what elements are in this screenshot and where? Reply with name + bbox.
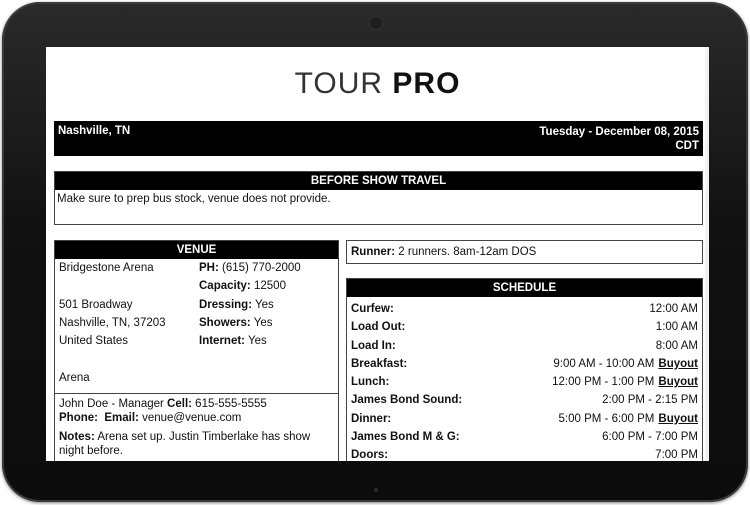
schedule-time-with-buyout: 5:00 PM - 6:00 PM Buyout bbox=[559, 410, 698, 428]
venue-name: Bridgestone Arena bbox=[59, 262, 154, 274]
schedule-label: Load In: bbox=[351, 339, 396, 352]
schedule-time: 9:00 AM - 10:00 AM bbox=[553, 357, 655, 370]
schedule-label: Curfew: bbox=[351, 303, 394, 315]
venue-showers: Showers: Yes bbox=[199, 314, 273, 332]
venue-city: Nashville, TN, 37203 bbox=[59, 316, 166, 329]
venue-section: VENUE Bridgestone Arena PH: (615) 770-20… bbox=[54, 240, 339, 461]
internet-value: Yes bbox=[248, 335, 267, 348]
schedule-time-with-buyout: 12:00 PM - 1:00 PM Buyout bbox=[552, 373, 698, 391]
email-link[interactable]: venue@venue.com bbox=[142, 412, 241, 424]
schedule-time: 12:00 AM bbox=[649, 303, 698, 315]
buyout-link[interactable]: Buyout bbox=[658, 413, 698, 425]
venue-row bbox=[55, 350, 338, 368]
notes-label: Notes: bbox=[59, 431, 95, 443]
schedule-row: Breakfast: 9:00 AM - 10:00 AM Buyout bbox=[347, 355, 702, 373]
venue-phone: PH: (615) 770-2000 bbox=[199, 259, 301, 277]
schedule-label: James Bond M & G: bbox=[351, 431, 460, 444]
venue-row: Nashville, TN, 37203 Showers: Yes bbox=[55, 314, 338, 332]
capacity-value: 12500 bbox=[253, 280, 286, 293]
schedule-time: 6:00 PM - 7:00 PM bbox=[602, 431, 698, 444]
runner-value: 2 runners. 8am-12am DOS bbox=[398, 246, 537, 258]
camera-icon bbox=[368, 15, 384, 31]
schedule-row: Doors: 7:00 PM bbox=[347, 446, 702, 461]
schedule-label: Doors: bbox=[351, 449, 389, 461]
schedule-time: 8:00 AM bbox=[655, 339, 698, 352]
schedule-row: Load Out: 1:00 AM bbox=[347, 318, 702, 336]
schedule-row: Dinner: 5:00 PM - 6:00 PM Buyout bbox=[347, 410, 702, 428]
app-screen[interactable]: TOUR PRO Nashville, TN Tuesday - Decembe… bbox=[46, 47, 709, 461]
capacity-label: Capacity: bbox=[199, 280, 251, 293]
internet-label: Internet: bbox=[199, 335, 245, 348]
showers-value: Yes bbox=[253, 316, 273, 329]
schedule-label: Breakfast: bbox=[351, 357, 408, 370]
tablet-frame: TOUR PRO Nashville, TN Tuesday - Decembe… bbox=[2, 2, 748, 502]
travel-title: BEFORE SHOW TRAVEL bbox=[55, 172, 702, 190]
venue-type: Arena bbox=[59, 371, 90, 384]
venue-row: Capacity: 12500 bbox=[55, 277, 338, 295]
showers-label: Showers: bbox=[199, 316, 251, 329]
cell-value[interactable]: 615-555-5555 bbox=[195, 398, 267, 410]
app-logo: TOUR PRO bbox=[46, 67, 709, 101]
venue-country: United States bbox=[59, 335, 129, 348]
venue-notes: Notes: Arena set up. Justin Timberlake h… bbox=[59, 430, 334, 458]
venue-capacity: Capacity: 12500 bbox=[199, 277, 286, 295]
city-label: Nashville, TN bbox=[58, 125, 131, 137]
venue-dressing: Dressing: Yes bbox=[199, 296, 274, 314]
phone-label: PH: bbox=[199, 262, 219, 274]
schedule-label: Load Out: bbox=[351, 321, 406, 334]
schedule-time: 5:00 PM - 6:00 PM bbox=[558, 412, 655, 425]
notes-text: Arena set up. Justin Timberlake has show… bbox=[59, 431, 311, 457]
schedule-row: Load In: 8:00 AM bbox=[347, 337, 702, 355]
phone-value: (615) 770-2000 bbox=[222, 262, 301, 274]
email-label: Email: bbox=[104, 412, 139, 424]
contact-name: John Doe - Manager bbox=[59, 398, 164, 410]
phone2-label: Phone: bbox=[59, 412, 98, 424]
runner-box: Runner: 2 runners. 8am-12am DOS bbox=[346, 240, 703, 264]
venue-contact: John Doe - Manager Cell: 615-555-5555 Ph… bbox=[55, 393, 338, 461]
buyout-link[interactable]: Buyout bbox=[658, 376, 698, 388]
date-block: Tuesday - December 08, 2015 CDT bbox=[539, 125, 699, 153]
schedule-row: Lunch: 12:00 PM - 1:00 PM Buyout bbox=[347, 373, 702, 391]
home-sensor-icon bbox=[374, 488, 378, 492]
schedule-time: 1:00 AM bbox=[655, 321, 698, 334]
travel-note: Make sure to prep bus stock, venue does … bbox=[57, 193, 331, 205]
schedule-title: SCHEDULE bbox=[347, 279, 702, 297]
schedule-time: 12:00 PM - 1:00 PM bbox=[552, 376, 655, 389]
contact-line: John Doe - Manager Cell: 615-555-5555 bbox=[59, 397, 334, 411]
schedule-label: Dinner: bbox=[351, 412, 392, 425]
date-label: Tuesday - December 08, 2015 bbox=[539, 126, 699, 138]
venue-row: 501 Broadway Dressing: Yes bbox=[55, 296, 338, 314]
schedule-time: 2:00 PM - 2:15 PM bbox=[602, 394, 698, 407]
contact-line: Phone: Email: venue@venue.com bbox=[59, 411, 334, 425]
dressing-value: Yes bbox=[255, 298, 274, 311]
schedule-section: SCHEDULE Curfew: 12:00 AM Load Out: 1:00… bbox=[346, 278, 703, 461]
runner-label: Runner: bbox=[351, 246, 396, 258]
cell-label: Cell: bbox=[167, 398, 192, 410]
dressing-label: Dressing: bbox=[199, 298, 253, 311]
schedule-label: Lunch: bbox=[351, 376, 390, 389]
schedule-time: 7:00 PM bbox=[655, 449, 698, 461]
venue-title: VENUE bbox=[55, 241, 338, 259]
venue-address: 501 Broadway bbox=[59, 298, 133, 311]
schedule-row: James Bond Sound: 2:00 PM - 2:15 PM bbox=[347, 391, 702, 409]
schedule-row: James Bond M & G: 6:00 PM - 7:00 PM bbox=[347, 428, 702, 446]
venue-row: Arena bbox=[55, 369, 338, 387]
venue-internet: Internet: Yes bbox=[199, 332, 267, 350]
travel-section: BEFORE SHOW TRAVEL Make sure to prep bus… bbox=[54, 171, 703, 225]
schedule-time-with-buyout: 9:00 AM - 10:00 AM Buyout bbox=[553, 355, 698, 373]
schedule-label: James Bond Sound: bbox=[351, 394, 463, 407]
schedule-row: Curfew: 12:00 AM bbox=[347, 300, 702, 318]
day-header: Nashville, TN Tuesday - December 08, 201… bbox=[54, 121, 703, 156]
logo-light-text: TOUR bbox=[294, 67, 393, 100]
venue-row: United States Internet: Yes bbox=[55, 332, 338, 350]
logo-bold-text: PRO bbox=[392, 67, 461, 100]
venue-row: Bridgestone Arena PH: (615) 770-2000 bbox=[55, 259, 338, 277]
scrollbar[interactable] bbox=[705, 47, 709, 461]
timezone-label: CDT bbox=[675, 140, 699, 152]
buyout-link[interactable]: Buyout bbox=[658, 358, 698, 370]
